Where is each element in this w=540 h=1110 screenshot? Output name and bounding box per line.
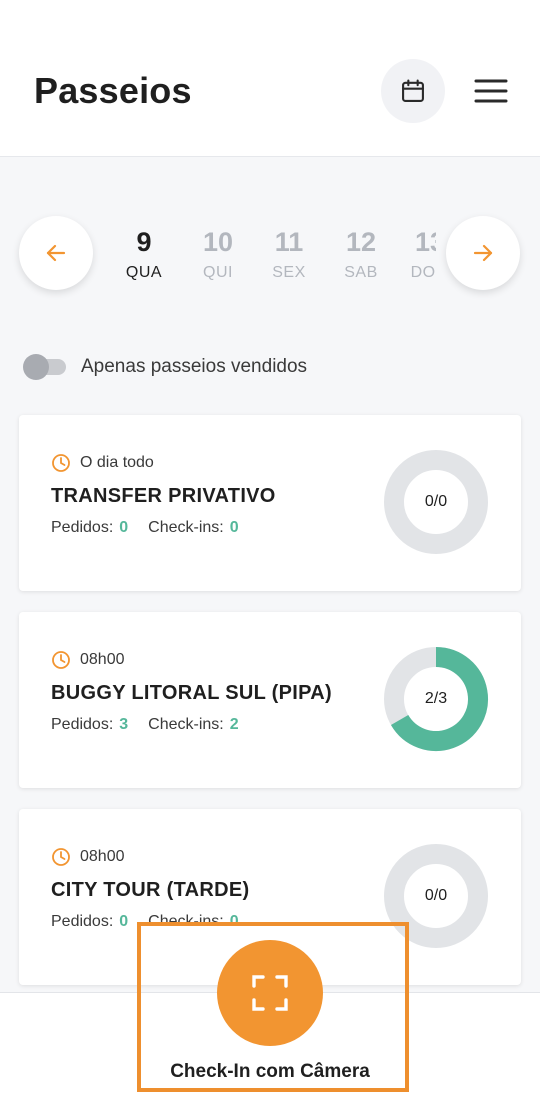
day-number: 10 — [202, 227, 234, 257]
day-item[interactable]: 13 DOM — [400, 226, 436, 282]
day-weekday: SEX — [272, 264, 306, 281]
day-item[interactable]: 10 QUI — [188, 226, 248, 282]
day-item[interactable]: 9 QUA — [114, 226, 174, 282]
camera-checkin-button[interactable] — [217, 940, 323, 1046]
tour-time-text: 08h00 — [80, 651, 125, 668]
orders-count: 0 — [119, 519, 129, 536]
tour-stats: Pedidos: 0 Check-ins: 0 — [51, 519, 259, 537]
days-list: 9 QUA 10 QUI 11 SEX 12 SAB 13 DOM — [94, 226, 436, 290]
date-selector: 9 QUA 10 QUI 11 SEX 12 SAB 13 DOM — [0, 200, 540, 300]
tour-time: 08h00 — [51, 847, 125, 867]
clock-icon — [52, 651, 70, 669]
tour-time: 08h00 — [51, 650, 125, 670]
orders-count: 3 — [119, 716, 129, 733]
day-weekday: DOM — [410, 264, 436, 281]
day-weekday: SAB — [344, 264, 378, 281]
checkins-count: 2 — [229, 716, 239, 733]
day-weekday: QUI — [203, 264, 233, 281]
tour-card[interactable]: O dia todo TRANSFER PRIVATIVO Pedidos: 0… — [19, 415, 521, 591]
orders-count: 0 — [119, 913, 129, 930]
day-number: 13 — [414, 227, 436, 257]
day-weekday: QUA — [125, 264, 163, 281]
clock-icon — [52, 454, 70, 472]
tour-title: CITY TOUR (TARDE) — [51, 879, 250, 901]
page-title: Passeios — [34, 70, 192, 111]
arrow-right-icon — [473, 244, 493, 262]
calendar-icon — [402, 79, 424, 102]
sold-only-toggle[interactable] — [23, 354, 66, 380]
checkins-label: Check-ins: — [148, 519, 224, 536]
checkins-count: 0 — [229, 519, 239, 536]
camera-checkin-label[interactable]: Check-In com Câmera — [0, 1061, 540, 1083]
day-number: 12 — [345, 227, 377, 257]
sold-only-filter: Apenas passeios vendidos — [23, 350, 308, 384]
app-header: Passeios — [0, 0, 540, 157]
orders-label: Pedidos: — [51, 716, 114, 733]
day-item[interactable]: 12 SAB — [331, 226, 391, 282]
calendar-button[interactable] — [381, 59, 445, 123]
orders-label: Pedidos: — [51, 913, 114, 930]
tour-time-text: O dia todo — [80, 454, 154, 471]
previous-days-button[interactable] — [19, 216, 93, 290]
tour-title: BUGGY LITORAL SUL (PIPA) — [51, 682, 332, 704]
sold-only-label: Apenas passeios vendidos — [81, 356, 308, 377]
day-item[interactable]: 11 SEX — [259, 226, 319, 282]
hamburger-menu-icon — [474, 79, 508, 103]
tour-time-text: 08h00 — [80, 848, 125, 865]
toggle-knob — [23, 354, 49, 380]
clock-icon — [52, 848, 70, 866]
scan-frame-icon — [252, 975, 288, 1011]
next-days-button[interactable] — [446, 216, 520, 290]
tour-stats: Pedidos: 0 Check-ins: 0 — [51, 913, 259, 931]
menu-button[interactable] — [468, 68, 514, 114]
checkins-label: Check-ins: — [148, 716, 224, 733]
day-number: 9 — [136, 227, 152, 257]
day-number: 11 — [274, 227, 304, 257]
checkin-progress-label: 0/0 — [424, 493, 448, 510]
orders-label: Pedidos: — [51, 519, 114, 536]
checkins-count: 0 — [229, 913, 239, 930]
arrow-left-icon — [46, 244, 66, 262]
tour-time: O dia todo — [51, 453, 154, 473]
tour-card[interactable]: 08h00 BUGGY LITORAL SUL (PIPA) Pedidos: … — [19, 612, 521, 788]
checkins-label: Check-ins: — [148, 913, 224, 930]
checkin-progress-label: 0/0 — [424, 887, 448, 904]
tour-stats: Pedidos: 3 Check-ins: 2 — [51, 716, 259, 734]
checkin-progress-label: 2/3 — [424, 690, 448, 707]
tour-title: TRANSFER PRIVATIVO — [51, 485, 276, 507]
